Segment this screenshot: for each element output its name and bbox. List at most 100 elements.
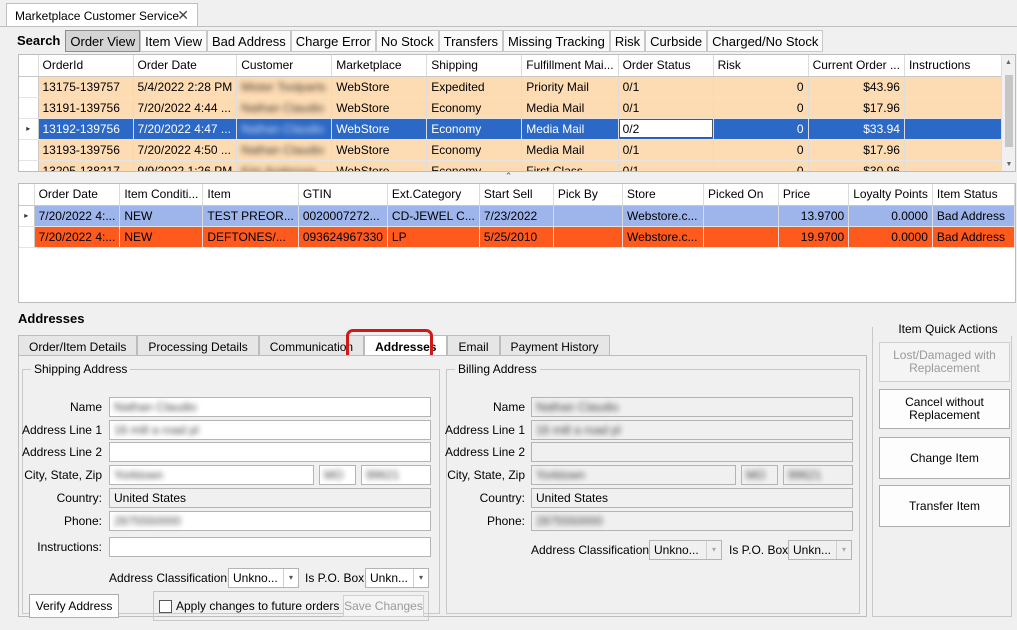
billing-name-field[interactable]: Nathan Claudio xyxy=(531,397,853,417)
tab-email[interactable]: Email xyxy=(447,335,500,356)
shipping-phone-redacted: 2875550000 xyxy=(114,514,181,528)
tab-order-item-details[interactable]: Order/Item Details xyxy=(18,335,138,356)
tab-order-view[interactable]: Order View xyxy=(65,30,141,52)
billing-address-classification-select[interactable]: Unkno... ▾ xyxy=(649,540,722,560)
order-id-cell: 13193-139756 xyxy=(38,139,134,161)
column-header[interactable]: Marketplace xyxy=(331,55,428,77)
column-header[interactable]: OrderId xyxy=(38,55,134,77)
change-item-button[interactable]: Change Item xyxy=(879,437,1010,479)
orders-scrollbar[interactable]: ▲ ▼ xyxy=(1001,55,1015,171)
shipping-cell: Economy xyxy=(426,97,523,119)
billing-address-line1-field[interactable]: 16 mill a road pl xyxy=(531,420,853,440)
grid-splitter[interactable]: ⌃ xyxy=(0,171,1017,183)
cancel-without-replacement-button[interactable]: Cancel without Replacement xyxy=(879,389,1010,429)
apply-future-orders-label[interactable]: Apply changes to future orders xyxy=(176,599,339,613)
shipping-instructions-field[interactable] xyxy=(109,537,431,557)
shipping-name-field[interactable]: Nathan Claudio xyxy=(109,397,431,417)
tab-curbside[interactable]: Curbside xyxy=(645,30,708,52)
gtin-cell: 0020007272... xyxy=(298,205,388,227)
shipping-state-redacted: MO xyxy=(324,468,344,482)
chevron-down-icon[interactable]: ▾ xyxy=(836,541,851,559)
column-header[interactable]: Item Conditi... xyxy=(119,184,204,206)
column-header[interactable]: Order Date xyxy=(133,55,238,77)
shipping-city-field[interactable]: Yorktown xyxy=(109,465,314,485)
orders-grid[interactable]: OrderId Order Date Customer Marketplace … xyxy=(18,54,1016,172)
save-changes-button[interactable]: Save Changes xyxy=(343,595,424,617)
tab-risk[interactable]: Risk xyxy=(609,30,646,52)
shipping-address-line1-field[interactable]: 16 mill a road pl xyxy=(109,420,431,440)
table-row[interactable]: 13191-139756 7/20/2022 4:44 ... Nathan C… xyxy=(19,97,1007,119)
column-header[interactable]: Order Status xyxy=(618,55,714,77)
shipping-country-field[interactable]: United States xyxy=(109,488,431,508)
shipping-phone-field[interactable]: 2875550000 xyxy=(109,511,431,531)
document-tab[interactable]: Marketplace Customer Service ✕ xyxy=(6,3,198,27)
scrollbar-thumb[interactable] xyxy=(1005,75,1013,147)
chevron-down-icon[interactable]: ▾ xyxy=(283,569,298,587)
table-row[interactable]: 13193-139756 7/20/2022 4:50 ... Nathan C… xyxy=(19,139,1007,161)
picked-on-cell xyxy=(703,205,779,227)
column-header[interactable]: Order Date xyxy=(34,184,121,206)
column-header[interactable]: Fulfillment Mai... xyxy=(521,55,619,77)
items-grid[interactable]: Order Date Item Conditi... Item GTIN Ext… xyxy=(18,183,1016,303)
shipping-zip-field[interactable]: 99621 xyxy=(361,465,431,485)
close-icon[interactable]: ✕ xyxy=(177,7,189,24)
lost-damaged-button[interactable]: Lost/Damaged with Replacement xyxy=(879,342,1010,382)
chevron-down-icon[interactable]: ▾ xyxy=(706,541,721,559)
order-status-editor[interactable]: 0/2 xyxy=(618,119,713,138)
table-row[interactable]: 13175-139757 5/4/2022 2:28 PM Mister Too… xyxy=(19,76,1007,98)
table-row-selected[interactable]: ▸ 7/20/2022 4:... NEW TEST PREOR... 0020… xyxy=(19,205,1015,227)
billing-city-field[interactable]: Yorktown xyxy=(531,465,736,485)
column-header[interactable]: Shipping xyxy=(426,55,523,77)
billing-po-box-select[interactable]: Unkn... ▾ xyxy=(788,540,852,560)
splitter-chevron-icon[interactable]: ⌃ xyxy=(505,171,513,181)
column-header[interactable]: Price xyxy=(778,184,850,206)
billing-address-line2-field[interactable] xyxy=(531,442,853,462)
shipping-address-classification-select[interactable]: Unkno... ▾ xyxy=(228,568,299,588)
quick-actions-title: Item Quick Actions xyxy=(873,322,1013,336)
column-header[interactable]: Loyalty Points xyxy=(848,184,933,206)
address-line1-label: Address Line 1 xyxy=(21,423,102,437)
tab-charged-no-stock[interactable]: Charged/No Stock xyxy=(707,30,824,52)
column-header[interactable]: Risk xyxy=(713,55,809,77)
column-header[interactable]: Customer xyxy=(236,55,333,77)
billing-state-field[interactable]: MO xyxy=(741,465,778,485)
column-header[interactable]: Item xyxy=(202,184,299,206)
column-header[interactable]: Start Sell xyxy=(479,184,554,206)
billing-zip-field[interactable]: 99621 xyxy=(783,465,853,485)
column-header[interactable]: Current Order ... xyxy=(808,55,905,77)
scroll-down-icon[interactable]: ▼ xyxy=(1002,161,1015,168)
tab-no-stock[interactable]: No Stock xyxy=(375,30,439,52)
tab-bad-address[interactable]: Bad Address xyxy=(207,30,291,52)
shipping-address-line2-field[interactable] xyxy=(109,442,431,462)
column-header[interactable]: Pick By xyxy=(553,184,623,206)
instructions-cell xyxy=(904,139,1007,161)
billing-phone-field[interactable]: 2875550000 xyxy=(531,511,853,531)
order-status-cell[interactable]: 0/2 xyxy=(618,118,714,140)
tab-processing-details[interactable]: Processing Details xyxy=(137,335,259,356)
table-row[interactable]: 7/20/2022 4:... NEW DEFTONES/... 0936249… xyxy=(19,226,1015,248)
tab-charge-error[interactable]: Charge Error xyxy=(290,30,376,52)
verify-address-button[interactable]: Verify Address xyxy=(29,594,119,618)
tab-missing-tracking[interactable]: Missing Tracking xyxy=(503,30,610,52)
shipping-po-box-select[interactable]: Unkn... ▾ xyxy=(365,568,429,588)
column-header[interactable]: GTIN xyxy=(298,184,388,206)
column-header[interactable]: Picked On xyxy=(703,184,779,206)
scroll-up-icon[interactable]: ▲ xyxy=(1002,55,1015,66)
chevron-down-icon[interactable]: ▾ xyxy=(413,569,428,587)
row-indicator-arrow-icon: ▸ xyxy=(19,118,39,140)
billing-country-field[interactable]: United States xyxy=(531,488,853,508)
tab-transfers[interactable]: Transfers xyxy=(438,30,504,52)
shipping-state-field[interactable]: MO xyxy=(319,465,356,485)
tab-payment-history[interactable]: Payment History xyxy=(499,335,610,356)
name-label: Name xyxy=(492,400,525,414)
table-row-selected[interactable]: ▸ 13192-139756 7/20/2022 4:47 ... Nathan… xyxy=(19,118,1007,140)
search-label[interactable]: Search xyxy=(11,30,65,52)
column-header[interactable]: Item Status xyxy=(932,184,1015,206)
customer-name-redacted: Mister Toolparts xyxy=(241,79,326,94)
column-header[interactable]: Store xyxy=(622,184,705,206)
column-header[interactable]: Instructions xyxy=(904,55,1007,77)
apply-future-orders-checkbox[interactable] xyxy=(159,600,172,613)
transfer-item-button[interactable]: Transfer Item xyxy=(879,485,1010,527)
column-header[interactable]: Ext.Category xyxy=(387,184,480,206)
tab-item-view[interactable]: Item View xyxy=(140,30,208,52)
